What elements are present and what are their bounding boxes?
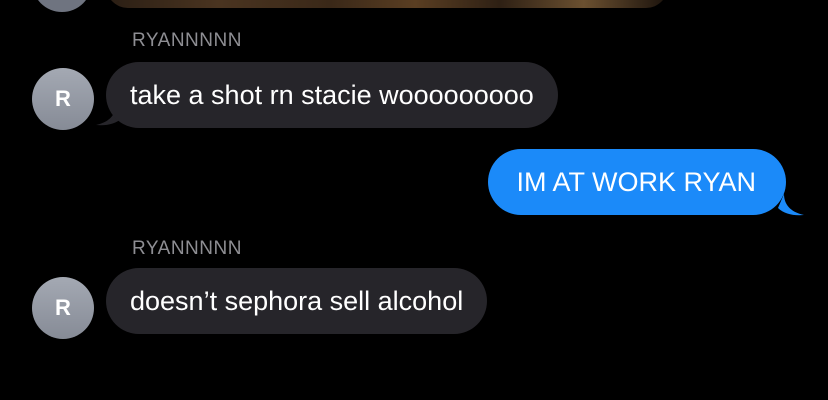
message-text: IM AT WORK RYAN (516, 166, 756, 197)
image-message[interactable] (106, 0, 668, 8)
conversation-view: RYANNNNN R take a shot rn stacie woooooo… (0, 0, 828, 400)
message-bubble-incoming[interactable]: doesn’t sephora sell alcohol (106, 268, 488, 334)
avatar[interactable]: R (32, 277, 94, 339)
message-bubble-outgoing[interactable]: IM AT WORK RYAN (488, 149, 786, 215)
message-bubble-incoming[interactable]: take a shot rn stacie wooooooooo (106, 62, 558, 128)
message-text: doesn’t sephora sell alcohol (130, 285, 464, 316)
avatar[interactable] (32, 0, 92, 12)
message-text: take a shot rn stacie wooooooooo (130, 79, 534, 110)
sender-name: RYANNNNN (132, 30, 242, 51)
avatar-initial: R (55, 295, 71, 320)
avatar[interactable]: R (32, 68, 94, 130)
avatar-initial: R (55, 86, 71, 111)
sender-name: RYANNNNN (132, 238, 242, 259)
